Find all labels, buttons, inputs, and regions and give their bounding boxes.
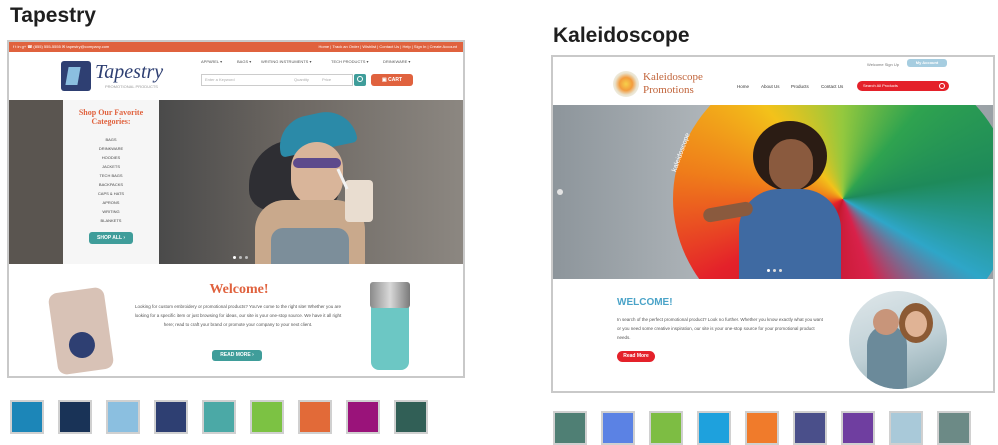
color-swatch[interactable] [10,400,44,434]
tapestry-nav-tech[interactable]: TECH PRODUCTS ▾ [331,58,369,65]
color-swatch[interactable] [697,411,731,445]
kaleidoscope-nav-contact[interactable]: Contact Us [821,83,843,90]
slider-dot[interactable] [767,269,770,272]
tapestry-shop-all-button[interactable]: SHOP ALL › [89,232,133,244]
phone-case-product [47,286,115,376]
tapestry-cart-button[interactable]: ▣ CART [371,74,413,86]
kaleidoscope-logo-line2[interactable]: Promotions [643,84,694,96]
tapestry-nav-apparel[interactable]: APPAREL ▾ [201,58,222,65]
color-swatch[interactable] [889,411,923,445]
tapestry-nav-drinkware[interactable]: DRINKWARE ▾ [383,58,410,65]
tapestry-header: Tapestry PROMOTIONAL PRODUCTS APPAREL ▾ … [9,52,463,100]
search-icon [357,76,363,82]
hero-slider-dots[interactable] [767,269,791,273]
color-swatch[interactable] [346,400,380,434]
tapestry-read-more-button[interactable]: READ MORE › [212,350,262,361]
color-swatch[interactable] [841,411,875,445]
tapestry-topbar: f t in g+ ☎ (855) 555-5555 ✉ tapestry@co… [9,42,463,52]
tapestry-category-item[interactable]: APRONS [63,199,159,206]
kaleidoscope-screenshot: Welcome Sign Up My Account Kaleidoscope … [551,55,995,393]
tapestry-category-item[interactable]: HOODIES [63,154,159,161]
tapestry-topbar-links[interactable]: Home | Track an Order | Wishlist | Conta… [318,43,457,50]
color-swatch[interactable] [154,400,188,434]
kaleidoscope-hero: kaleidoscope [553,105,993,279]
slider-dot[interactable] [773,269,776,272]
couple-photo [849,291,947,389]
color-swatch[interactable] [106,400,140,434]
hero-drink-cup [345,180,373,222]
tapestry-category-sidebar: Shop Our Favorite Categories: BAGS DRINK… [63,100,159,264]
tapestry-nav-bags[interactable]: BAGS ▾ [237,58,251,65]
kaleidoscope-nav-about[interactable]: About Us [761,83,780,90]
tapestry-topbar-contact: f t in g+ ☎ (855) 555-5555 ✉ tapestry@co… [13,44,110,49]
color-swatch[interactable] [202,400,236,434]
color-swatch[interactable] [250,400,284,434]
hero-woman-body [739,189,841,279]
kaleidoscope-heading: Kaleidoscope [553,24,690,47]
tapestry-category-item[interactable]: CAPS & HATS [63,190,159,197]
tapestry-logo-text[interactable]: Tapestry [95,61,163,84]
tapestry-category-item[interactable]: JACKETS [63,163,159,170]
tapestry-logo-mark [61,61,91,91]
tapestry-hero: Shop Our Favorite Categories: BAGS DRINK… [9,100,463,264]
tapestry-logo-flag [65,67,81,85]
couple-man-head [873,309,899,335]
tumbler-product [370,282,410,370]
tapestry-welcome-title: Welcome! [209,282,269,297]
tapestry-search-quantity: Quantity [294,77,309,82]
tapestry-category-item[interactable]: BAGS [63,136,159,143]
kaleidoscope-logo-mark [613,71,639,97]
tapestry-category-item[interactable]: BACKPACKS [63,181,159,188]
phone-case-logo [67,330,97,360]
kaleidoscope-search-input[interactable]: Search All Products [857,81,949,91]
tapestry-screenshot: f t in g+ ☎ (855) 555-5555 ✉ tapestry@co… [7,40,465,378]
slider-dot[interactable] [779,269,782,272]
tapestry-category-item[interactable]: TECH BAGS [63,172,159,179]
slider-dot[interactable] [239,256,242,259]
color-swatch[interactable] [937,411,971,445]
kaleidoscope-top-links[interactable]: Welcome Sign Up [867,61,899,68]
color-swatch[interactable] [793,411,827,445]
hero-slider-dots[interactable] [233,256,253,260]
color-swatch[interactable] [394,400,428,434]
tapestry-logo-tagline: PROMOTIONAL PRODUCTS [105,84,158,89]
color-swatch[interactable] [745,411,779,445]
hero-woman-face [291,142,343,206]
kaleidoscope-logo-line1[interactable]: Kaleidoscope [643,71,703,83]
kaleidoscope-nav-products[interactable]: Products [791,83,809,90]
kaleidoscope-account-button[interactable]: My Account [907,59,947,67]
tapestry-heading: Tapestry [10,4,96,27]
color-swatch[interactable] [649,411,683,445]
tapestry-welcome-section: Welcome! Looking for custom embroidery o… [9,264,463,376]
color-swatch[interactable] [58,400,92,434]
slider-prev-icon[interactable] [557,189,563,195]
kaleidoscope-welcome-text: In search of the perfect promotional pro… [617,317,823,340]
kaleidoscope-read-more-button[interactable]: Read More [617,351,655,362]
tapestry-nav: APPAREL ▾ BAGS ▾ WRITING INSTRUMENTS ▾ T… [201,58,461,68]
search-icon [939,83,945,89]
hero-woman-face [769,139,813,191]
tapestry-sidebar-title: Shop Our Favorite Categories: [78,108,144,126]
tumbler-lid [370,282,410,308]
kaleidoscope-search-placeholder: Search All Products [863,83,898,88]
kaleidoscope-nav-home[interactable]: Home [737,83,749,90]
color-swatch[interactable] [601,411,635,445]
tapestry-category-item[interactable]: WRITING [63,208,159,215]
tapestry-nav-writing[interactable]: WRITING INSTRUMENTS ▾ [261,58,311,65]
tapestry-search-button[interactable] [354,74,366,86]
slider-dot[interactable] [233,256,236,259]
color-swatch[interactable] [553,411,587,445]
tapestry-category-item[interactable]: DRINKWARE [63,145,159,152]
kaleidoscope-welcome-title: WELCOME! [617,297,673,308]
tapestry-search-placeholder: Enter a Keyword [205,77,235,82]
sunglasses-icon [293,158,341,168]
slider-dot[interactable] [245,256,248,259]
tapestry-search-price: Price [322,77,332,82]
color-swatch[interactable] [298,400,332,434]
couple-woman-face [905,311,927,337]
tapestry-search-input[interactable]: Enter a Keyword Quantity Price [201,74,353,86]
tapestry-welcome-text: Looking for custom embroidery or promoti… [134,304,342,327]
tapestry-category-item[interactable]: BLANKETS [63,217,159,224]
hero-woman-top [271,228,349,264]
